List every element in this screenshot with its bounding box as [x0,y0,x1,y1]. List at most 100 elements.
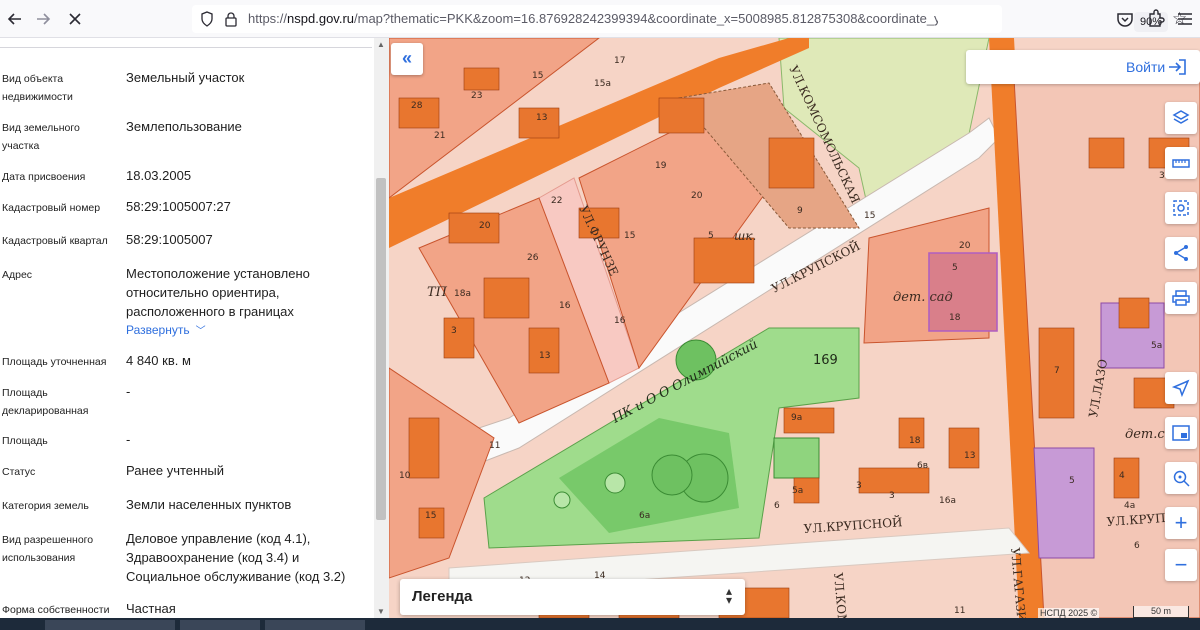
house-number: 18а [454,289,471,299]
house-number: 21 [434,131,445,141]
os-taskbar [0,618,1200,630]
house-number: 15 [864,211,875,221]
house-number: 17 [614,56,625,66]
label-park-number: 169 [813,353,838,368]
extensions-icon[interactable] [1142,6,1168,32]
url-prefix: https:// [248,11,288,26]
taskbar-item[interactable] [180,620,260,630]
scroll-down-icon[interactable]: ▼ [377,607,385,616]
taskbar-item[interactable] [45,620,175,630]
label-cadastral-number: Кадастровый номер [2,202,101,214]
house-number: 6 [1134,541,1140,551]
ruler-button[interactable] [1165,147,1197,179]
geo-search-icon [1173,470,1190,487]
login-icon [1169,59,1186,75]
cadastral-map[interactable]: УЛ.ФРУНЗЕ УЛ.КРУПСКОЙ УЛ.КРУПСНОЙ УЛ.КОМ… [389,38,1200,618]
menu-icon[interactable] [1172,6,1198,32]
scroll-up-icon[interactable]: ▲ [377,40,385,49]
house-number: 7 [1054,366,1060,376]
share-button[interactable] [1165,237,1197,269]
house-number: 5 [1069,476,1075,486]
locate-icon [1172,379,1190,397]
building [443,317,475,359]
house-number: 6в [917,461,928,471]
chevron-updown-icon: ▴ ▾ [726,584,733,607]
locate-button[interactable] [1165,372,1197,404]
value-land-type: Землепользование [126,119,242,134]
label-area-declared: Площадь декларированная [2,387,89,417]
value-cadastral-block[interactable]: 58:29:1005007 [126,230,362,249]
url-bar[interactable]: https://nspd.gov.ru/map?thematic=PKK&zoo… [192,5,1187,33]
value-cadastral-number[interactable]: 58:29:1005007:27 [126,197,362,216]
collapse-panel-button[interactable]: « [391,43,423,75]
house-number: 10 [399,471,411,481]
login-label: Войти [1126,59,1166,75]
back-arrow-icon[interactable] [2,6,28,32]
house-number: 16 [559,301,571,311]
zoom-in-button[interactable]: + [1165,507,1197,539]
panel-tabs [0,38,372,48]
url-path: /map?thematic=PKK&zoom=16.87692824239939… [354,11,938,26]
shield-icon[interactable] [200,11,214,27]
label-ownership: Форма собственности [2,604,110,616]
login-button[interactable]: Войти [966,50,1200,84]
chevron-down-icon: ﹀ [195,326,206,337]
geo-search-button[interactable] [1165,462,1197,494]
reload-icon[interactable] [62,6,88,32]
browser-toolbar: https://nspd.gov.ru/map?thematic=PKK&zoo… [0,0,1200,38]
label-object-type: Вид объекта недвижимости [2,73,73,103]
house-number: 13 [539,351,550,361]
house-number: 18 [949,313,961,323]
ruler-icon [1172,159,1190,168]
legend-label: Легенда [412,588,473,605]
house-number: 18 [909,436,921,446]
label-assignment-date: Дата присвоения [2,171,86,183]
scrollbar-thumb[interactable] [376,178,386,520]
house-number: 20 [479,221,491,231]
taskbar-item[interactable] [265,620,365,630]
label-kindergarten: дет. сад [893,290,953,305]
map-scale-bar: 50 m [1133,606,1189,618]
value-ownership: Частная [126,601,176,616]
layers-button[interactable] [1165,102,1197,134]
expand-address-link[interactable]: Развернуть ﹀ [126,322,206,337]
map-attribution: НСПД 2025 © [1038,608,1100,618]
zoom-out-button[interactable]: − [1165,549,1197,581]
house-number: 23 [471,91,482,101]
forward-arrow-icon[interactable] [30,6,56,32]
map-canvas[interactable]: УЛ.ФРУНЗЕ УЛ.КРУПСКОЙ УЛ.КРУПСНОЙ УЛ.КОМ… [389,38,1200,618]
label-land-type: Вид земельного участка [2,122,80,152]
house-number: 5а [792,486,803,496]
value-permitted-use: Деловое управление (код 4.1), Здравоохра… [126,531,346,584]
house-number: 16 [614,316,626,326]
value-land-category: Земли населенных пунктов [126,497,292,512]
park-circle-4 [604,472,626,494]
lock-icon[interactable] [224,11,238,27]
house-number: 9 [797,206,803,216]
print-icon [1172,290,1190,306]
house-number: 26 [527,253,539,263]
value-area-refined: 4 840 кв. м [126,353,191,368]
minimap-button[interactable] [1165,417,1197,449]
panel-scrollbar[interactable]: ▲ ▼ [374,38,389,618]
park-circle-3 [651,454,693,496]
url-text[interactable]: https://nspd.gov.ru/map?thematic=PKK&zoo… [248,5,938,33]
label-address: Адрес [2,269,33,281]
house-number: 4а [1124,501,1135,511]
print-button[interactable] [1165,282,1197,314]
building [463,67,500,91]
pocket-icon[interactable] [1112,6,1138,32]
house-number: 13 [536,113,547,123]
house-number: 5 [952,263,958,273]
select-area-button[interactable] [1165,192,1197,224]
house-number: 6 [774,501,780,511]
label-cadastral-block: Кадастровый квартал [2,235,108,247]
house-number: 15 [532,71,543,81]
legend-dropdown[interactable]: Легенда ▴ ▾ [400,579,745,615]
label-area-refined: Площадь уточненная [2,356,107,368]
house-number: 5а [1151,341,1162,351]
label-permitted-use: Вид разрешенного использования [2,534,94,564]
building [408,417,440,479]
label-ti: ТП [427,285,448,300]
building [448,212,500,244]
